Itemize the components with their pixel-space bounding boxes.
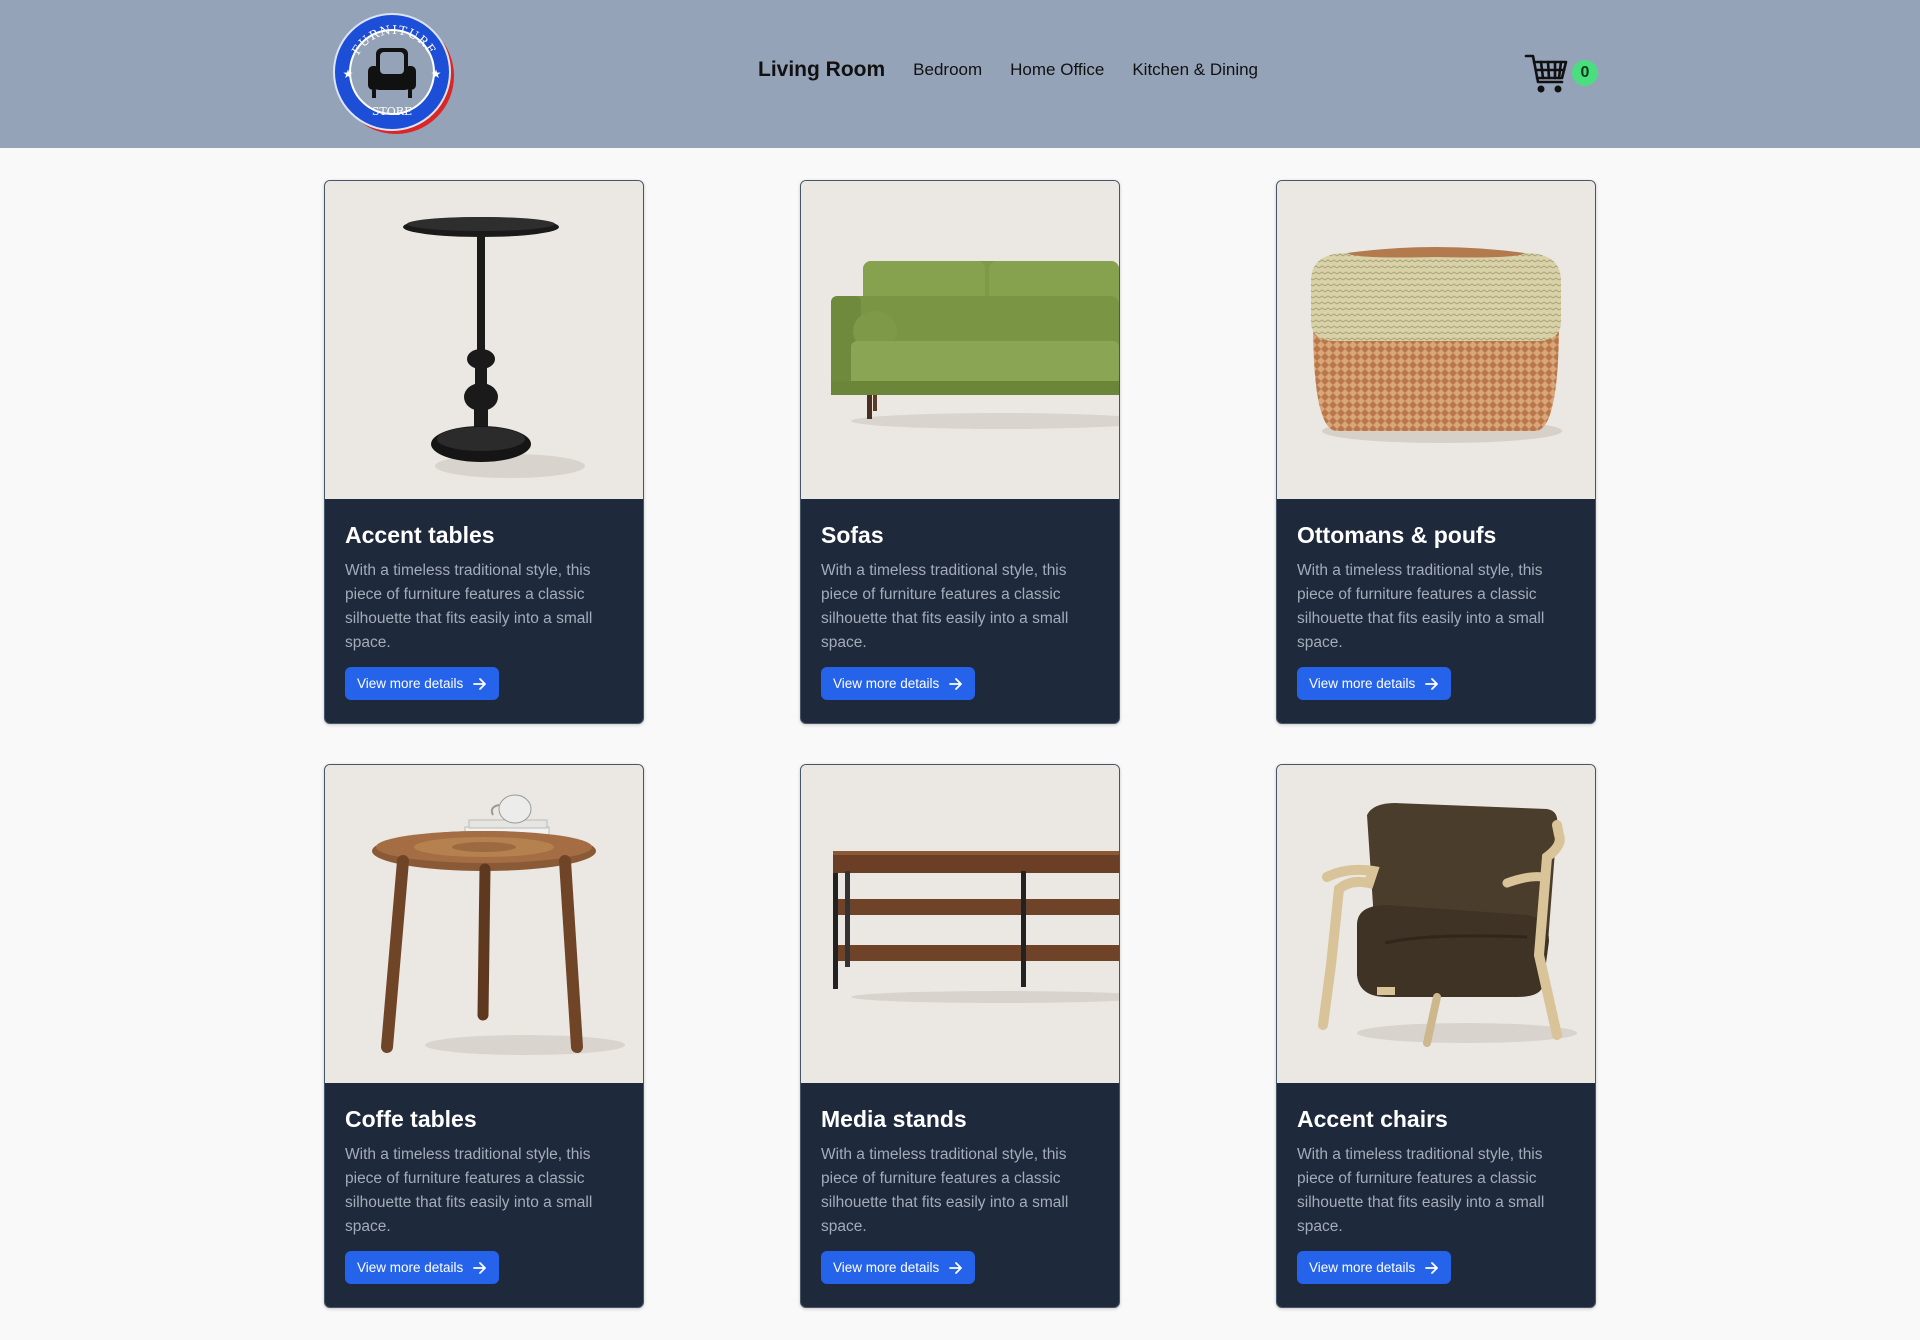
product-description: With a timeless traditional style, this … — [345, 1146, 593, 1235]
nav-kitchen-dining[interactable]: Kitchen & Dining — [1132, 60, 1258, 80]
product-title: Coffe tables — [345, 1106, 477, 1132]
arrow-right-icon — [949, 1261, 963, 1274]
product-card-sofas: Sofas With a timeless traditional style,… — [800, 180, 1120, 724]
product-image-media-stand — [801, 765, 1119, 1083]
logo-bottom-text: STORE — [372, 105, 412, 118]
product-image-pouf — [1277, 181, 1595, 499]
product-card-ottomans-poufs: Ottomans & poufs With a timeless traditi… — [1276, 180, 1596, 724]
main-nav: Living Room Bedroom Home Office Kitchen … — [758, 58, 1258, 82]
arrow-right-icon — [473, 677, 487, 690]
svg-text:★: ★ — [431, 67, 442, 81]
nav-living-room[interactable]: Living Room — [758, 58, 885, 82]
product-description: With a timeless traditional style, this … — [821, 1146, 1069, 1235]
view-details-label: View more details — [357, 1260, 464, 1275]
product-image-accent-chair — [1277, 765, 1595, 1083]
product-image-sofa — [801, 181, 1119, 499]
view-details-label: View more details — [357, 676, 464, 691]
product-title: Accent tables — [345, 522, 495, 548]
nav-home-office[interactable]: Home Office — [1010, 60, 1104, 80]
product-description: With a timeless traditional style, this … — [345, 562, 593, 651]
arrow-right-icon — [473, 1261, 487, 1274]
product-grid: Accent tables With a timeless traditiona… — [324, 180, 1596, 1308]
product-description: With a timeless traditional style, this … — [1297, 562, 1545, 651]
product-image-coffee-table — [325, 765, 643, 1083]
nav-bedroom[interactable]: Bedroom — [913, 60, 982, 80]
product-description: With a timeless traditional style, this … — [821, 562, 1069, 651]
view-details-button[interactable]: View more details — [821, 667, 976, 700]
view-details-button[interactable]: View more details — [345, 667, 500, 700]
view-details-label: View more details — [833, 1260, 940, 1275]
site-header: FURNITURE STORE ★ ★ Living Room Bedroom … — [0, 0, 1920, 148]
product-card-coffe-tables: Coffe tables With a timeless traditional… — [324, 764, 644, 1308]
view-details-button[interactable]: View more details — [821, 1251, 976, 1284]
arrow-right-icon — [949, 677, 963, 690]
view-details-label: View more details — [833, 676, 940, 691]
cart-count-badge: 0 — [1572, 60, 1598, 86]
product-card-accent-tables: Accent tables With a timeless traditiona… — [324, 180, 644, 724]
view-details-button[interactable]: View more details — [1297, 1251, 1452, 1284]
view-details-button[interactable]: View more details — [1297, 667, 1452, 700]
product-title: Accent chairs — [1297, 1106, 1448, 1132]
view-details-button[interactable]: View more details — [345, 1251, 500, 1284]
product-title: Sofas — [821, 522, 884, 548]
product-card-accent-chairs: Accent chairs With a timeless traditiona… — [1276, 764, 1596, 1308]
shopping-cart-icon — [1524, 54, 1568, 93]
arrow-right-icon — [1425, 677, 1439, 690]
view-details-label: View more details — [1309, 676, 1416, 691]
product-image-accent-table — [325, 181, 643, 499]
arrow-right-icon — [1425, 1261, 1439, 1274]
cart-button[interactable]: 0 — [1524, 52, 1602, 96]
product-title: Ottomans & poufs — [1297, 522, 1497, 548]
store-logo[interactable]: FURNITURE STORE ★ ★ — [332, 12, 456, 136]
svg-text:★: ★ — [343, 67, 354, 81]
product-card-media-stands: Media stands With a timeless traditional… — [800, 764, 1120, 1308]
view-details-label: View more details — [1309, 1260, 1416, 1275]
product-title: Media stands — [821, 1106, 967, 1132]
product-description: With a timeless traditional style, this … — [1297, 1146, 1545, 1235]
